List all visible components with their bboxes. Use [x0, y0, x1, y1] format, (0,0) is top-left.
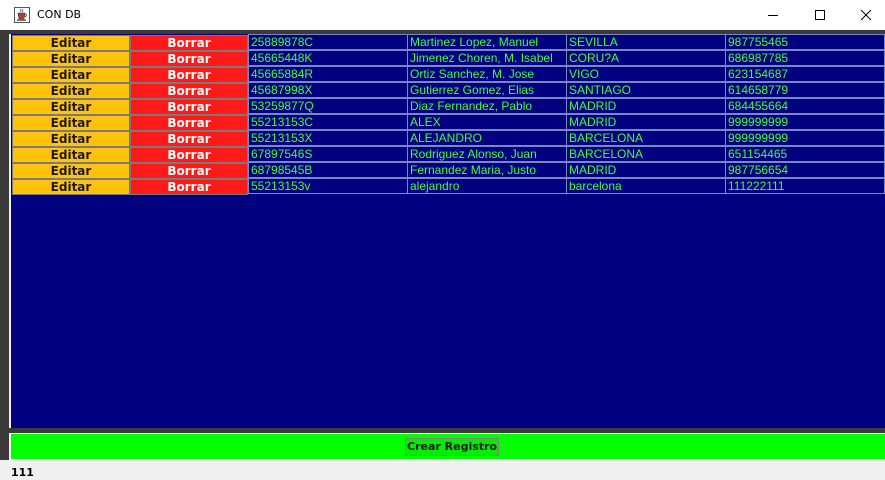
dni-cell: 25889878C: [248, 34, 408, 50]
minimize-icon: [768, 15, 778, 16]
java-cup-icon: [14, 7, 30, 23]
city-cell: MADRID: [566, 98, 726, 114]
name-cell: Diaz Fernandez, Pablo: [407, 98, 567, 114]
phone-cell: 999999999: [725, 114, 885, 130]
name-cell: Jimenez Choren, M. Isabel: [407, 50, 567, 66]
phone-cell: 651154465: [725, 146, 885, 162]
table-row: Editar Borrar 25889878C Martinez Lopez, Man…: [11, 34, 885, 51]
delete-button[interactable]: Borrar: [130, 115, 248, 131]
city-cell: MADRID: [566, 114, 726, 130]
dni-cell: 45687998X: [248, 82, 408, 98]
city-cell: barcelona: [566, 178, 726, 194]
records-panel: Editar Borrar 25889878C Martinez Lopez, Man…: [11, 34, 885, 428]
table-row: Editar Borrar 67897546S Rodriguez Alonso, J…: [11, 146, 885, 163]
edit-button[interactable]: Editar: [12, 147, 130, 163]
dni-cell: 55213153v: [248, 178, 408, 194]
phone-cell: 111222111: [725, 178, 885, 194]
edit-button[interactable]: Editar: [12, 67, 130, 83]
delete-button[interactable]: Borrar: [130, 147, 248, 163]
name-cell: Martinez Lopez, Manuel: [407, 34, 567, 50]
create-bar: Crear Registro: [11, 434, 885, 459]
name-cell: Fernandez Maria, Justo: [407, 162, 567, 178]
create-record-button[interactable]: Crear Registro: [405, 438, 499, 456]
edit-button[interactable]: Editar: [12, 115, 130, 131]
name-cell: Gutierrez Gomez, Elias: [407, 82, 567, 98]
name-cell: Rodriguez Alonso, Juan: [407, 146, 567, 162]
name-cell: alejandro: [407, 178, 567, 194]
phone-cell: 987755465: [725, 34, 885, 50]
delete-button[interactable]: Borrar: [130, 99, 248, 115]
phone-cell: 623154687: [725, 66, 885, 82]
edit-button[interactable]: Editar: [12, 163, 130, 179]
table-row: Editar Borrar 45687998X Gutierrez Gomez, El…: [11, 82, 885, 99]
table-row: Editar Borrar 55213153v alejandro barcelona 1…: [11, 178, 885, 195]
status-text: 111: [11, 466, 34, 479]
city-cell: VIGO: [566, 66, 726, 82]
edit-button[interactable]: Editar: [12, 51, 130, 67]
delete-button[interactable]: Borrar: [130, 179, 248, 195]
name-cell: ALEJANDRO: [407, 130, 567, 146]
dni-cell: 55213153X: [248, 130, 408, 146]
close-icon: [860, 9, 872, 21]
delete-button[interactable]: Borrar: [130, 131, 248, 147]
close-button[interactable]: [843, 0, 885, 30]
dni-cell: 45665884R: [248, 66, 408, 82]
window-title: CON DB: [37, 8, 82, 21]
city-cell: BARCELONA: [566, 130, 726, 146]
name-cell: ALEX: [407, 114, 567, 130]
edit-button[interactable]: Editar: [12, 99, 130, 115]
phone-cell: 684455664: [725, 98, 885, 114]
delete-button[interactable]: Borrar: [130, 163, 248, 179]
delete-button[interactable]: Borrar: [130, 67, 248, 83]
title-bar: CON DB: [0, 0, 885, 30]
edit-button[interactable]: Editar: [12, 179, 130, 195]
city-cell: CORU?A: [566, 50, 726, 66]
table-row: Editar Borrar 45665884R Ortiz Sanchez, M. J…: [11, 66, 885, 83]
maximize-button[interactable]: [797, 0, 843, 30]
window-frame-left: [0, 30, 9, 460]
phone-cell: 999999999: [725, 130, 885, 146]
table-row: Editar Borrar 53259877Q Diaz Fernandez, Pab…: [11, 98, 885, 115]
table-row: Editar Borrar 55213153C ALEX MADRID 999999999: [11, 114, 885, 131]
delete-button[interactable]: Borrar: [130, 83, 248, 99]
phone-cell: 686987785: [725, 50, 885, 66]
phone-cell: 987756654: [725, 162, 885, 178]
dni-cell: 53259877Q: [248, 98, 408, 114]
edit-button[interactable]: Editar: [12, 83, 130, 99]
city-cell: SANTIAGO: [566, 82, 726, 98]
table-row: Editar Borrar 45665448K Jimenez Choren, M. …: [11, 50, 885, 67]
delete-button[interactable]: Borrar: [130, 51, 248, 67]
phone-cell: 614658779: [725, 82, 885, 98]
table-row: Editar Borrar 68798545B Fernandez Maria, Ju…: [11, 162, 885, 179]
name-cell: Ortiz Sanchez, M. Jose: [407, 66, 567, 82]
panel-separator: [9, 428, 885, 433]
edit-button[interactable]: Editar: [12, 131, 130, 147]
edit-button[interactable]: Editar: [12, 35, 130, 51]
city-cell: MADRID: [566, 162, 726, 178]
minimize-button[interactable]: [750, 0, 796, 30]
dni-cell: 68798545B: [248, 162, 408, 178]
table-row: Editar Borrar 55213153X ALEJANDRO BARCELONA 9…: [11, 130, 885, 147]
city-cell: BARCELONA: [566, 146, 726, 162]
dni-cell: 55213153C: [248, 114, 408, 130]
dni-cell: 67897546S: [248, 146, 408, 162]
maximize-icon: [815, 10, 825, 20]
dni-cell: 45665448K: [248, 50, 408, 66]
delete-button[interactable]: Borrar: [130, 35, 248, 51]
city-cell: SEVILLA: [566, 34, 726, 50]
